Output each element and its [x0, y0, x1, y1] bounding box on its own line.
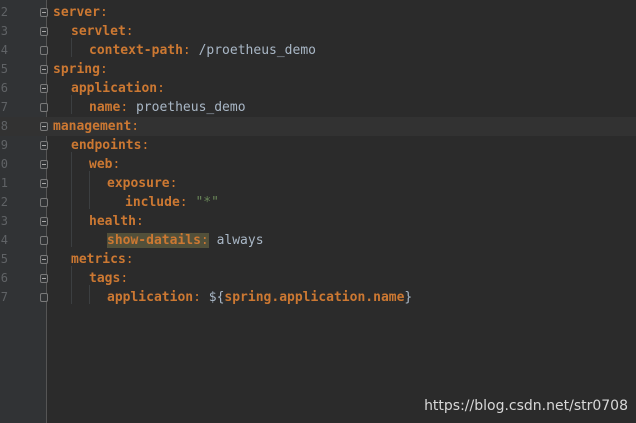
yaml-colon: : [157, 81, 165, 96]
fold-collapse-icon[interactable] [40, 65, 48, 74]
code-line[interactable]: 1 exposure: [0, 174, 636, 193]
line-number: 7 [0, 290, 8, 304]
code-line[interactable]: 4 show-datails: always [0, 231, 636, 250]
placeholder-expression: spring.application.name [224, 290, 405, 305]
yaml-colon: : [182, 43, 191, 58]
yaml-value: always [216, 233, 264, 248]
yaml-colon: : [135, 214, 144, 229]
fold-collapse-icon[interactable] [40, 179, 48, 188]
line-number: 2 [0, 195, 8, 209]
fold-collapse-icon[interactable] [40, 141, 48, 150]
yaml-colon: : [200, 233, 209, 248]
code-line[interactable]: 7 name: proetheus_demo [0, 98, 636, 117]
fold-collapse-icon[interactable] [40, 84, 48, 93]
yaml-key: management [53, 119, 132, 134]
yaml-colon: : [141, 138, 150, 153]
yaml-string-value: "*" [195, 195, 219, 210]
code-line[interactable]: 2 include: "*" [0, 193, 636, 212]
yaml-key: application [107, 290, 194, 305]
placeholder-open: ${ [208, 290, 225, 305]
yaml-colon: : [125, 252, 134, 267]
line-number: 3 [0, 214, 8, 228]
yaml-key: context-path [89, 43, 183, 58]
yaml-colon: : [99, 5, 108, 20]
line-number: 4 [0, 233, 8, 247]
code-line-current[interactable]: 8 management: [0, 117, 636, 136]
yaml-key: show-datails [107, 233, 201, 248]
yaml-value: proetheus_demo [135, 100, 246, 115]
code-line[interactable]: 6 tags: [0, 269, 636, 288]
code-line[interactable]: 7 application: ${spring.application.name… [0, 288, 636, 307]
fold-collapse-icon[interactable] [40, 274, 48, 283]
line-number: 2 [0, 5, 8, 19]
code-line[interactable]: 4 context-path: /proetheus_demo [0, 41, 636, 60]
yaml-key: endpoints [71, 138, 142, 153]
yaml-colon: : [112, 157, 121, 172]
fold-collapse-icon[interactable] [40, 122, 48, 131]
line-number: 6 [0, 271, 8, 285]
yaml-key: tags [89, 271, 121, 286]
code-line[interactable]: 5 spring: [0, 60, 636, 79]
yaml-key: include [125, 195, 180, 210]
warning-highlight[interactable]: show-datails: [107, 233, 209, 248]
line-number: 8 [0, 119, 8, 133]
yaml-key: web [89, 157, 113, 172]
yaml-colon: : [125, 24, 134, 39]
code-line[interactable]: 9 endpoints: [0, 136, 636, 155]
fold-end-icon[interactable] [40, 198, 48, 207]
code-line[interactable]: 2 server: [0, 3, 636, 22]
fold-end-icon[interactable] [40, 293, 48, 302]
line-number: 5 [0, 62, 8, 76]
fold-collapse-icon[interactable] [40, 160, 48, 169]
yaml-colon: : [193, 290, 201, 305]
line-number: 6 [0, 81, 8, 95]
code-line[interactable]: 5 metrics: [0, 250, 636, 269]
yaml-colon: : [131, 119, 140, 134]
yaml-key: exposure [107, 176, 170, 191]
line-number: 0 [0, 157, 8, 171]
watermark-url: https://blog.csdn.net/str0708 [424, 398, 628, 414]
fold-end-icon[interactable] [40, 46, 48, 55]
yaml-key: spring [53, 62, 100, 77]
yaml-key: servlet [71, 24, 126, 39]
line-number: 3 [0, 24, 8, 38]
line-number: 5 [0, 252, 8, 266]
yaml-key: application [71, 81, 158, 96]
code-line[interactable]: 6 application: [0, 79, 636, 98]
code-line[interactable]: 0 web: [0, 155, 636, 174]
yaml-colon: : [179, 195, 188, 210]
code-editor[interactable]: 2 server: 3 servlet: 4 context-path: /pr… [0, 0, 636, 423]
line-number: 1 [0, 176, 8, 190]
line-number: 9 [0, 138, 8, 152]
fold-end-icon[interactable] [40, 236, 48, 245]
yaml-value: /proetheus_demo [198, 43, 316, 58]
fold-end-icon[interactable] [40, 103, 48, 112]
fold-collapse-icon[interactable] [40, 27, 48, 36]
code-line[interactable]: 3 health: [0, 212, 636, 231]
yaml-key: server [53, 5, 100, 20]
fold-collapse-icon[interactable] [40, 255, 48, 264]
yaml-colon: : [169, 176, 178, 191]
yaml-colon: : [120, 100, 129, 115]
code-line[interactable]: 3 servlet: [0, 22, 636, 41]
line-number: 7 [0, 100, 8, 114]
yaml-colon: : [99, 62, 108, 77]
line-number: 4 [0, 43, 8, 57]
yaml-key: health [89, 214, 136, 229]
fold-collapse-icon[interactable] [40, 8, 48, 17]
fold-collapse-icon[interactable] [40, 217, 48, 226]
yaml-key: name [89, 100, 121, 115]
yaml-key: metrics [71, 252, 126, 267]
placeholder-close: } [404, 290, 413, 305]
yaml-colon: : [120, 271, 129, 286]
